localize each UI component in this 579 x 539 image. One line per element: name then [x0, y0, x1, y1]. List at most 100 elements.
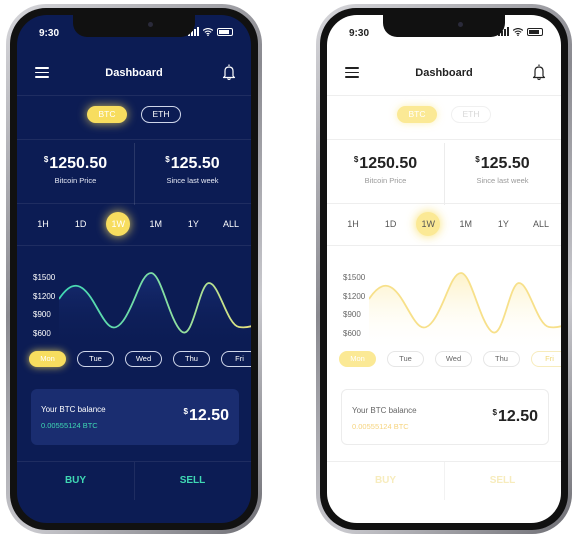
action-bar: BUY SELL	[327, 462, 561, 500]
stat-since-last-week: $125.50 Since last week	[134, 155, 251, 185]
day-tue[interactable]: Tue	[387, 351, 424, 367]
notch	[73, 15, 195, 37]
day-selector: Mon Tue Wed Thu Fri	[29, 351, 251, 367]
screen: 9:30 Dashboard BTC ETH $1250.50 Bitcoin …	[327, 15, 561, 523]
coin-tabs: BTC ETH	[327, 106, 561, 123]
status-time: 9:30	[39, 28, 60, 39]
stat-value: 125.50	[480, 155, 530, 172]
day-mon[interactable]: Mon	[339, 351, 376, 367]
balance-btc: 0.00555124 BTC	[352, 422, 409, 431]
day-fri[interactable]: Fri	[221, 351, 251, 367]
balance-label: Your BTC balance	[41, 405, 106, 414]
stat-label: Since last week	[166, 176, 219, 185]
period-1w[interactable]: 1W	[106, 212, 131, 236]
battery-icon	[217, 27, 233, 36]
phone-light-theme: 9:30 Dashboard BTC ETH $1250.50 Bitcoin …	[316, 4, 572, 534]
currency-symbol: $	[353, 155, 359, 164]
chart-area	[59, 273, 251, 351]
period-1d[interactable]: 1D	[379, 212, 403, 236]
status-time: 9:30	[349, 28, 370, 39]
day-tue[interactable]: Tue	[77, 351, 114, 367]
y-tick: $1500	[343, 273, 366, 282]
action-separator	[444, 462, 445, 500]
stats-row: $1250.50 Bitcoin Price $125.50 Since las…	[327, 155, 561, 185]
divider	[17, 95, 251, 96]
divider	[17, 139, 251, 140]
y-tick: $600	[33, 328, 51, 338]
balance-label: Your BTC balance	[352, 406, 417, 415]
sell-button[interactable]: SELL	[134, 462, 251, 500]
divider	[17, 245, 251, 246]
period-all[interactable]: ALL	[219, 212, 243, 236]
price-axis: $1500 $1200 $900 $600	[33, 269, 55, 343]
divider	[327, 95, 561, 96]
y-tick: $900	[33, 310, 51, 319]
price-chart	[59, 272, 251, 351]
period-1h[interactable]: 1H	[31, 212, 55, 236]
balance-usd: 12.50	[188, 407, 229, 424]
divider	[327, 203, 561, 204]
notch	[383, 15, 505, 37]
phone-bezel: 9:30 Dashboard BTC ETH $1250.50 Bitcoin …	[320, 8, 568, 530]
divider	[327, 245, 561, 246]
day-mon[interactable]: Mon	[29, 351, 66, 367]
period-1y[interactable]: 1Y	[181, 212, 205, 236]
buy-button[interactable]: BUY	[327, 462, 444, 500]
divider	[327, 139, 561, 140]
period-all[interactable]: ALL	[529, 212, 553, 236]
bell-icon[interactable]	[531, 63, 547, 81]
balance-card[interactable]: Your BTC balance 0.00555124 BTC $12.50	[341, 389, 549, 445]
coin-tab-eth[interactable]: ETH	[451, 106, 491, 123]
day-selector: Mon Tue Wed Thu Fri	[339, 351, 561, 367]
status-icons	[498, 27, 543, 36]
stat-bitcoin-price: $1250.50 Bitcoin Price	[327, 155, 444, 185]
y-tick: $600	[343, 328, 361, 338]
period-1h[interactable]: 1H	[341, 212, 365, 236]
header: Dashboard	[17, 61, 251, 85]
stat-label: Bitcoin Price	[54, 176, 97, 185]
stat-value: 1250.50	[49, 155, 108, 172]
chart-area	[369, 273, 561, 351]
stat-label: Bitcoin Price	[364, 176, 407, 185]
currency-symbol: $	[165, 155, 170, 164]
day-thu[interactable]: Thu	[483, 351, 520, 367]
balance-usd: 12.50	[497, 408, 538, 425]
bell-icon[interactable]	[221, 63, 237, 81]
status-icons	[188, 27, 233, 36]
y-tick: $900	[343, 310, 361, 319]
day-wed[interactable]: Wed	[125, 351, 162, 367]
price-chart	[369, 272, 561, 351]
coin-tabs: BTC ETH	[17, 106, 251, 123]
currency-symbol: $	[183, 407, 188, 416]
period-1y[interactable]: 1Y	[491, 212, 515, 236]
page-title: Dashboard	[105, 67, 163, 79]
sell-button[interactable]: SELL	[444, 462, 561, 500]
period-selector: 1H 1D 1W 1M 1Y ALL	[341, 212, 553, 236]
coin-tab-btc[interactable]: BTC	[397, 106, 437, 123]
period-1m[interactable]: 1M	[454, 212, 478, 236]
y-tick: $1200	[343, 291, 366, 301]
stat-value: 1250.50	[359, 155, 418, 172]
y-tick: $1500	[33, 273, 56, 282]
period-selector: 1H 1D 1W 1M 1Y ALL	[31, 212, 243, 236]
period-1w[interactable]: 1W	[416, 212, 441, 236]
divider	[17, 203, 251, 204]
action-bar: BUY SELL	[17, 462, 251, 500]
currency-symbol: $	[43, 155, 49, 164]
day-fri[interactable]: Fri	[531, 351, 561, 367]
day-thu[interactable]: Thu	[173, 351, 210, 367]
period-1m[interactable]: 1M	[144, 212, 168, 236]
period-1d[interactable]: 1D	[69, 212, 93, 236]
stat-since-last-week: $125.50 Since last week	[444, 155, 561, 185]
stat-label: Since last week	[476, 176, 529, 185]
buy-button[interactable]: BUY	[17, 462, 134, 500]
coin-tab-eth[interactable]: ETH	[141, 106, 181, 123]
wifi-icon	[203, 27, 213, 36]
header: Dashboard	[327, 61, 561, 85]
action-separator	[134, 462, 135, 500]
stats-row: $1250.50 Bitcoin Price $125.50 Since las…	[17, 155, 251, 185]
price-axis: $1500 $1200 $900 $600	[343, 269, 365, 343]
day-wed[interactable]: Wed	[435, 351, 472, 367]
coin-tab-btc[interactable]: BTC	[87, 106, 127, 123]
balance-card[interactable]: Your BTC balance 0.00555124 BTC $12.50	[31, 389, 239, 445]
